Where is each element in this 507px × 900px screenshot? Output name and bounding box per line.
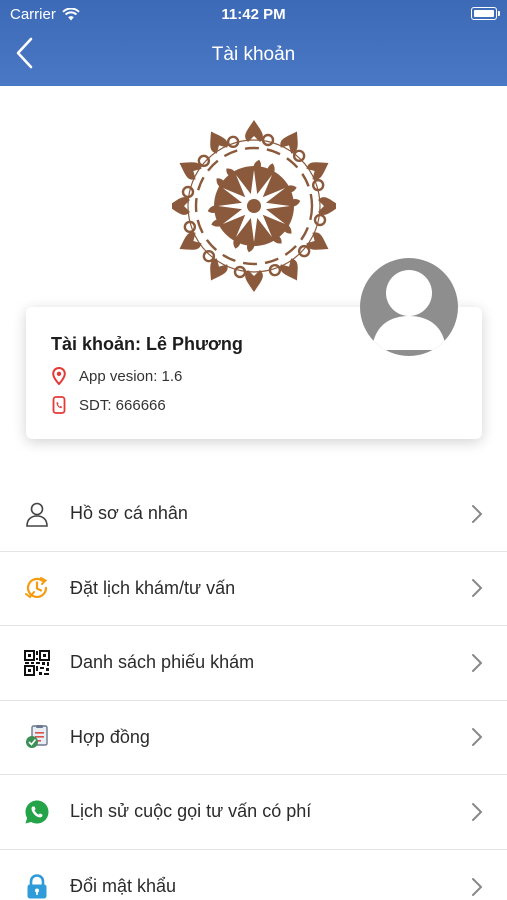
version-row: App vesion: 1.6 bbox=[51, 367, 182, 385]
chevron-right-icon bbox=[472, 877, 483, 896]
person-icon bbox=[24, 501, 50, 527]
location-pin-icon bbox=[51, 367, 67, 385]
menu-item-contract[interactable]: Hợp đồng bbox=[0, 700, 507, 775]
chevron-right-icon bbox=[472, 802, 483, 821]
clock-icon bbox=[24, 575, 50, 601]
menu-item-booking[interactable]: Đặt lịch khám/tư vấn bbox=[0, 551, 507, 626]
phone-row: SDT: 666666 bbox=[51, 396, 166, 414]
menu-item-label: Danh sách phiếu khám bbox=[70, 652, 255, 673]
chevron-right-icon bbox=[472, 653, 483, 672]
app-version-text: App vesion: 1.6 bbox=[79, 367, 183, 385]
menu-item-call-history[interactable]: Lịch sử cuộc gọi tư vấn có phí bbox=[0, 775, 507, 850]
menu-item-label: Đổi mật khẩu bbox=[70, 876, 177, 897]
contract-icon bbox=[24, 724, 50, 750]
menu-item-label: Hợp đồng bbox=[70, 726, 150, 747]
menu-item-label: Hồ sơ cá nhân bbox=[70, 503, 188, 524]
menu-item-label: Lịch sử cuộc gọi tư vấn có phí bbox=[70, 801, 312, 822]
menu-item-exam-list[interactable]: Danh sách phiếu khám bbox=[0, 626, 507, 701]
whatsapp-icon bbox=[24, 799, 50, 825]
status-time: 11:42 PM bbox=[221, 6, 286, 23]
phone-icon bbox=[51, 396, 67, 414]
lock-icon bbox=[24, 873, 50, 900]
page-title: Tài khoản bbox=[211, 44, 296, 65]
status-bar: Carrier 11:42 PM bbox=[0, 0, 507, 28]
user-placeholder-icon bbox=[372, 270, 446, 350]
menu-item-profile[interactable]: Hồ sơ cá nhân bbox=[0, 477, 507, 552]
menu-item-label: Đặt lịch khám/tư vấn bbox=[70, 577, 236, 598]
chevron-right-icon bbox=[472, 579, 483, 598]
chevron-right-icon bbox=[472, 504, 483, 523]
chevron-right-icon bbox=[472, 728, 483, 747]
account-menu: Hồ sơ cá nhân Đặt lịch khám/tư vấn Danh … bbox=[0, 477, 507, 900]
avatar[interactable] bbox=[360, 258, 458, 356]
brand-logo bbox=[172, 120, 336, 292]
menu-item-change-password[interactable]: Đổi mật khẩu bbox=[0, 849, 507, 900]
qr-code-icon bbox=[24, 649, 50, 676]
account-title: Tài khoản: Lê Phương bbox=[51, 334, 243, 354]
battery-icon bbox=[471, 7, 500, 20]
phone-number-text: SDT: 666666 bbox=[79, 396, 166, 414]
nav-header: Carrier 11:42 PM Tài khoản bbox=[0, 0, 507, 86]
